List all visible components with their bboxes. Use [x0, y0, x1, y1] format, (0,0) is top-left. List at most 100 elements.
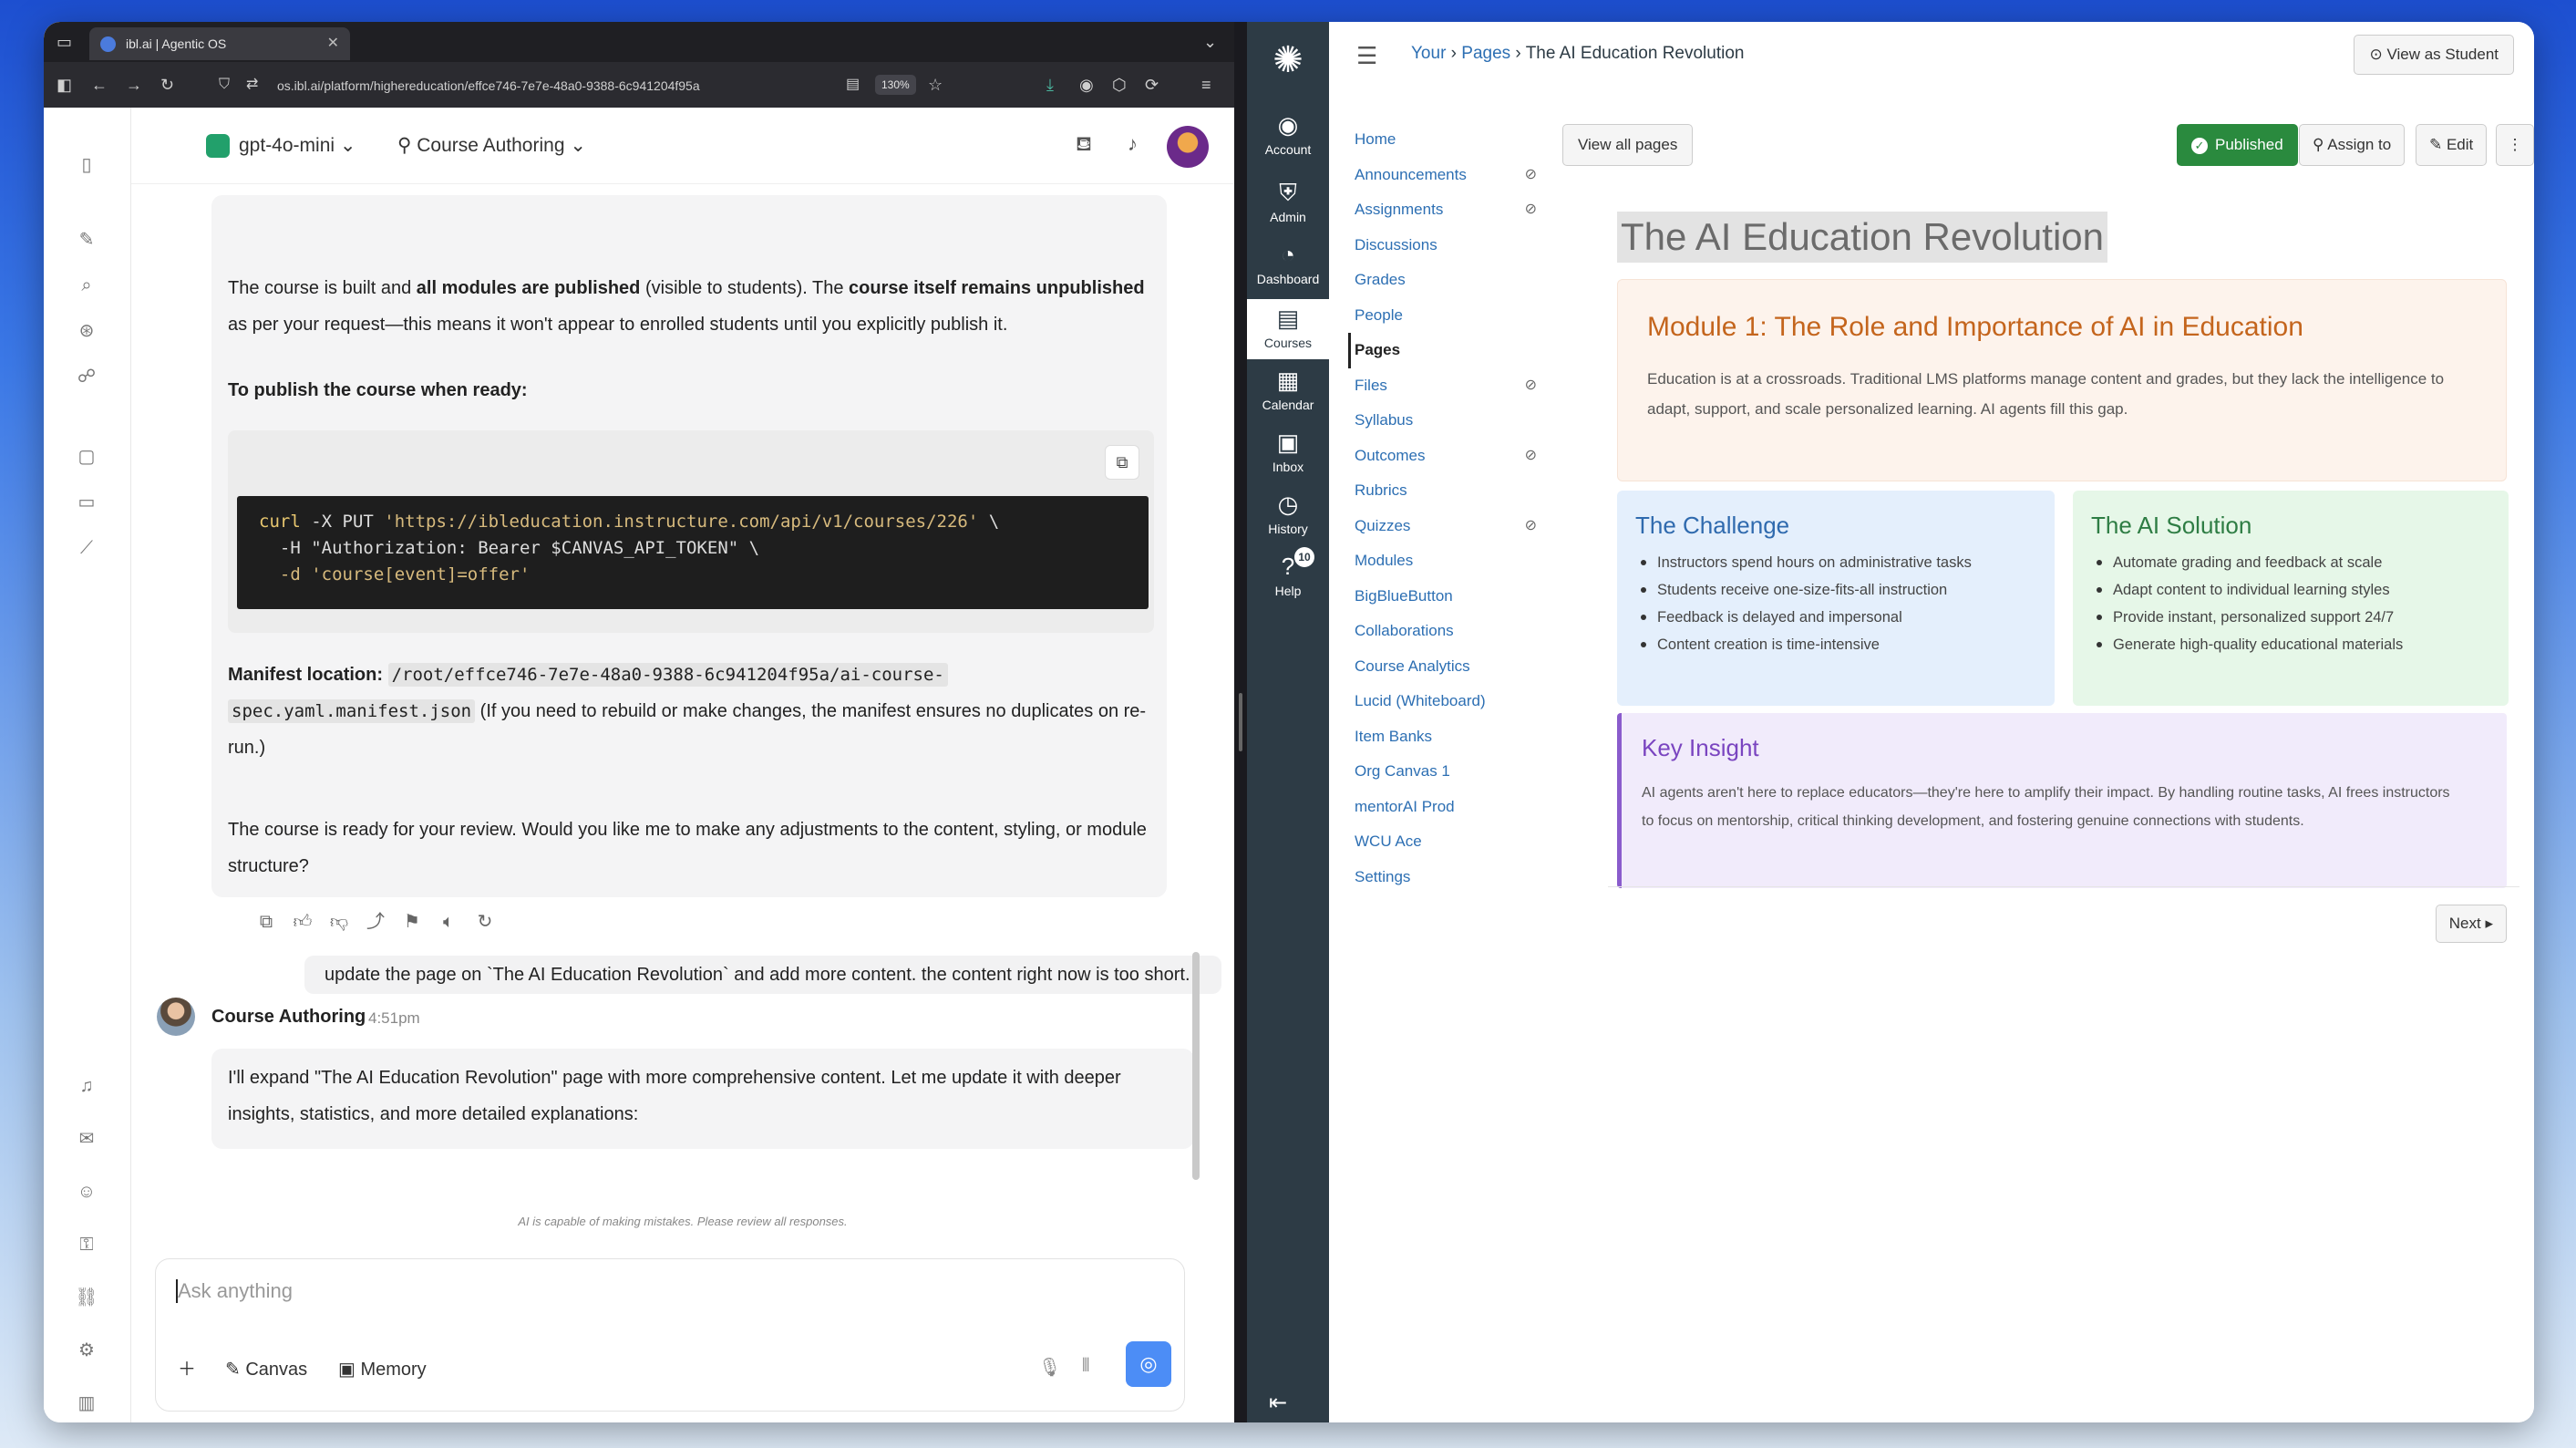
canvas-button[interactable]: ✎ Canvas	[225, 1356, 307, 1383]
course-nav-pages[interactable]: Pages	[1348, 333, 1537, 368]
bookmark-star-icon[interactable]: ☆	[928, 76, 943, 94]
copy-code-icon[interactable]: ⧉	[1105, 445, 1139, 480]
more-options-icon[interactable]: ⋮	[2496, 124, 2534, 166]
nav-account[interactable]: ◉ Account	[1247, 109, 1329, 157]
course-nav-announcements[interactable]: Announcements ⊘	[1355, 158, 1537, 193]
users-icon[interactable]: ☺	[75, 1180, 98, 1204]
integrations-icon[interactable]: ⛓	[75, 1286, 98, 1309]
flag-icon[interactable]: ⚑	[399, 910, 425, 933]
docs-book-icon[interactable]: ▥	[75, 1391, 98, 1415]
sync-icon[interactable]: ⟳	[1145, 76, 1159, 94]
mail-icon[interactable]: ✉	[75, 1127, 98, 1151]
add-attachment-button[interactable]: ＋	[178, 1356, 196, 1383]
key-icon[interactable]: ⚿	[75, 1233, 98, 1257]
chat-scrollbar[interactable]	[1192, 952, 1200, 1180]
thumbs-up-icon[interactable]: 👍︎	[290, 911, 315, 933]
course-nav-outcomes[interactable]: Outcomes ⊘	[1355, 439, 1537, 474]
browser-tab[interactable]: ibl.ai | Agentic OS ✕	[89, 27, 350, 60]
send-button[interactable]: ◎	[1126, 1341, 1171, 1387]
resize-handle[interactable]	[1239, 693, 1242, 751]
speaker-icon[interactable]: 🔈︎	[436, 912, 461, 933]
course-nav-assignments[interactable]: Assignments ⊘	[1355, 192, 1537, 228]
zoom-level[interactable]: 130%	[875, 75, 916, 95]
extensions-icon[interactable]: ⬡	[1112, 76, 1127, 94]
course-nav-org-canvas-1[interactable]: Org Canvas 1	[1355, 754, 1537, 790]
settings-gear-icon[interactable]: ⚙	[75, 1339, 98, 1362]
regenerate-icon[interactable]: ↻	[472, 910, 498, 933]
site-settings-icon[interactable]: ⇄	[246, 76, 258, 94]
course-nav-files[interactable]: Files ⊘	[1355, 368, 1537, 404]
download-icon[interactable]: ⤓	[1046, 76, 1054, 94]
close-tab-icon[interactable]: ✕	[327, 27, 339, 60]
published-button[interactable]: ✓ Published	[2177, 124, 2298, 166]
chats-icon[interactable]: ▢	[75, 445, 98, 469]
folder-icon[interactable]: ▭	[75, 491, 98, 514]
course-nav-label: Collaborations	[1355, 622, 1454, 639]
analytics-icon[interactable]: ⟋	[75, 536, 98, 560]
sidebar-toggle-icon[interactable]: ▭	[57, 33, 72, 51]
nav-help[interactable]: ? 10 Help	[1247, 547, 1329, 598]
workflow-icon[interactable]: ☍	[75, 365, 98, 388]
breadcrumb-pages[interactable]: Pages	[1461, 44, 1510, 63]
course-nav-discussions[interactable]: Discussions	[1355, 228, 1537, 264]
course-nav-collaborations[interactable]: Collaborations	[1355, 614, 1537, 649]
course-nav-people[interactable]: People	[1355, 298, 1537, 334]
course-nav-modules[interactable]: Modules	[1355, 543, 1537, 579]
back-icon[interactable]: ←	[91, 76, 108, 94]
toggle-sidebar-icon[interactable]: ▯	[75, 153, 98, 177]
course-nav-quizzes[interactable]: Quizzes ⊘	[1355, 509, 1537, 544]
persona-selector[interactable]: ⚲ Course Authoring ⌄	[397, 131, 586, 160]
nav-calendar[interactable]: ▦ Calendar	[1247, 365, 1329, 412]
next-button[interactable]: Next ▸	[2435, 905, 2507, 943]
new-chat-icon[interactable]: ✎	[75, 228, 98, 252]
course-nav-lucid-whiteboard[interactable]: Lucid (Whiteboard)	[1355, 684, 1537, 719]
tab-list-chevron-icon[interactable]: ⌄	[1203, 33, 1217, 51]
menu-icon[interactable]: ≡	[1201, 76, 1211, 94]
model-selector[interactable]: gpt-4o-mini ⌄	[206, 131, 355, 160]
profile-icon[interactable]: ◉	[1079, 76, 1094, 94]
user-avatar[interactable]	[1167, 126, 1209, 168]
url-field[interactable]: os.ibl.ai/platform/highereducation/effce…	[277, 75, 860, 97]
nav-history[interactable]: ◷ History	[1247, 489, 1329, 536]
course-nav-rubrics[interactable]: Rubrics	[1355, 473, 1537, 509]
sidebar-icon[interactable]: ◧	[57, 76, 72, 94]
course-nav-bigbluebutton[interactable]: BigBlueButton	[1355, 579, 1537, 615]
breadcrumb-your[interactable]: Your	[1411, 44, 1446, 63]
search-icon[interactable]: ⌕	[75, 274, 98, 297]
incognito-icon[interactable]: ⛾	[1076, 134, 1092, 154]
course-nav-grades[interactable]: Grades	[1355, 263, 1537, 298]
collapse-nav-icon[interactable]: ⇤	[1269, 1390, 1287, 1416]
voice-wave-icon[interactable]: ⫴	[1082, 1356, 1089, 1377]
view-all-pages-button[interactable]: View all pages	[1562, 124, 1694, 166]
bell-icon[interactable]: ♪	[1128, 134, 1138, 154]
copy-icon[interactable]: ⧉	[253, 912, 279, 933]
reader-icon[interactable]: ▤	[846, 76, 860, 94]
course-nav-mentorai-prod[interactable]: mentorAI Prod	[1355, 790, 1537, 825]
edit-button[interactable]: ✎ Edit	[2416, 124, 2488, 166]
shield-icon[interactable]: ⛉	[219, 76, 230, 94]
nav-admin[interactable]: ⛨ Admin	[1247, 177, 1329, 224]
view-as-student-button[interactable]: ⊙ View as Student	[2354, 35, 2514, 75]
course-nav-syllabus[interactable]: Syllabus	[1355, 403, 1537, 439]
reload-icon[interactable]: ↻	[160, 76, 174, 94]
nav-inbox[interactable]: ▣ Inbox	[1247, 427, 1329, 474]
course-nav-course-analytics[interactable]: Course Analytics	[1355, 649, 1537, 685]
hamburger-icon[interactable]: ☰	[1356, 42, 1377, 70]
chat-input[interactable]: Ask anything	[178, 1279, 293, 1303]
notifications-icon[interactable]: ♫	[75, 1074, 98, 1098]
microphone-icon[interactable]: 🎙︎	[1038, 1356, 1061, 1379]
share-icon[interactable]: ⤴	[363, 906, 388, 933]
course-nav-home[interactable]: Home	[1355, 122, 1537, 158]
nav-courses[interactable]: ▤ Courses	[1247, 299, 1329, 359]
assign-to-button[interactable]: ⚲ Assign to	[2299, 124, 2406, 166]
explore-icon[interactable]: ⊛	[75, 319, 98, 343]
course-nav-item-banks[interactable]: Item Banks	[1355, 719, 1537, 755]
thumbs-down-icon[interactable]: 👎︎	[326, 911, 352, 933]
course-nav-wcu-ace[interactable]: WCU Ace	[1355, 824, 1537, 860]
forward-icon[interactable]: →	[126, 76, 142, 94]
course-nav-settings[interactable]: Settings	[1355, 860, 1537, 895]
memory-button[interactable]: ▣ Memory	[338, 1356, 427, 1383]
pane-divider[interactable]	[1234, 22, 1247, 1422]
nav-dashboard[interactable]: ◔ Dashboard	[1247, 239, 1329, 286]
canvas-logo[interactable]: ✺	[1247, 36, 1329, 88]
